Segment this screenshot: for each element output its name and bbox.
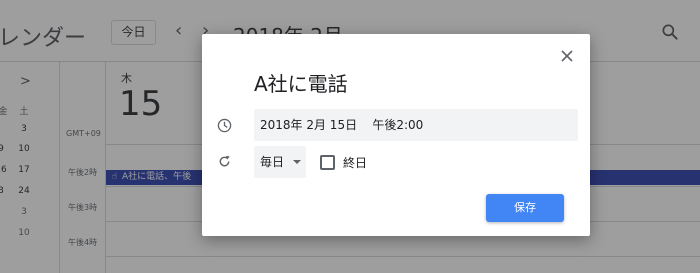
- clock-icon: [217, 118, 232, 133]
- event-title[interactable]: A社に電話: [254, 68, 348, 97]
- all-day-label: 終日: [343, 156, 368, 170]
- datetime-field[interactable]: 2018年 2月 15日 午後2:00: [254, 109, 578, 141]
- event-dialog: A社に電話 2018年 2月 15日 午後2:00 毎日 終日 保存: [202, 34, 590, 236]
- repeat-icon: [219, 155, 230, 167]
- repeat-select-value: 毎日: [260, 155, 285, 169]
- repeat-select[interactable]: 毎日: [254, 146, 306, 178]
- dropdown-arrow-icon: [293, 160, 301, 164]
- all-day-checkbox[interactable]: [320, 155, 335, 170]
- close-icon[interactable]: [559, 48, 575, 64]
- save-button[interactable]: 保存: [486, 194, 564, 222]
